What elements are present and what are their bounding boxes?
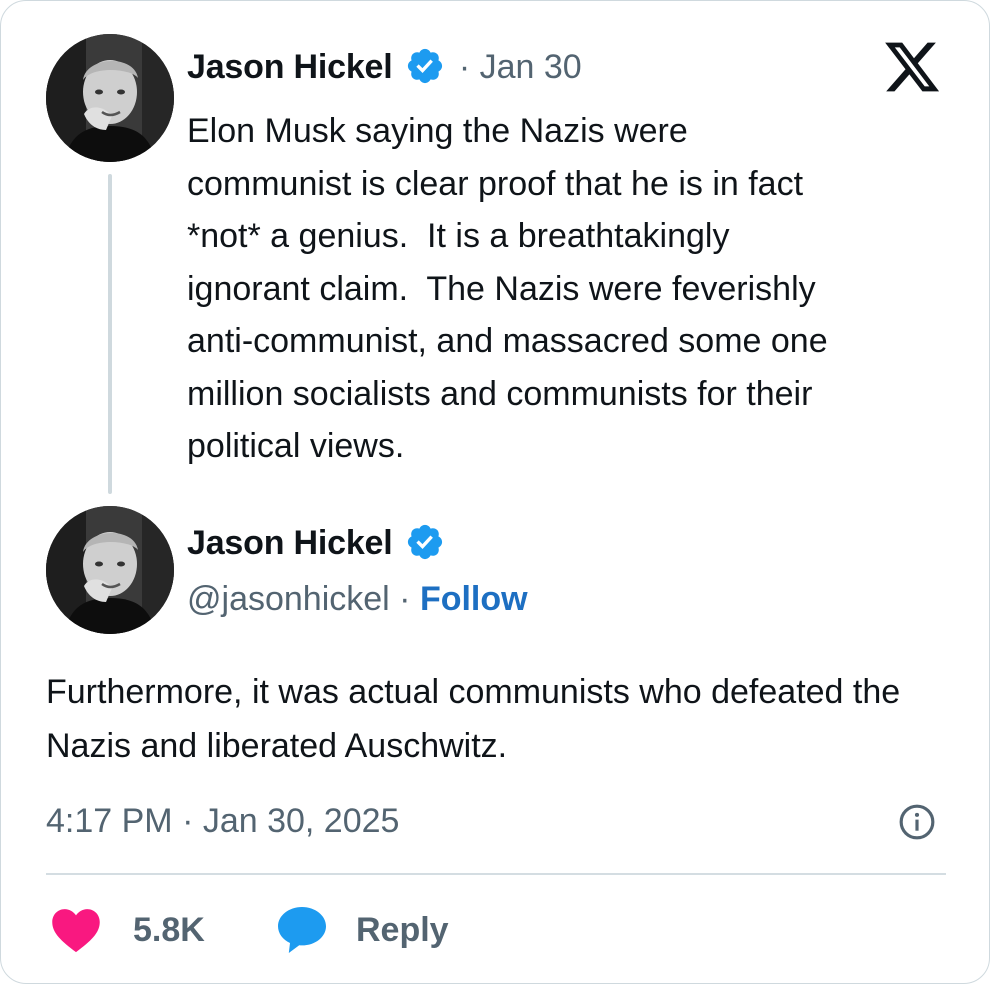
reply-date[interactable]: Jan 30 — [480, 48, 582, 86]
reply-label: Reply — [356, 910, 449, 949]
like-button[interactable]: 5.8K — [51, 905, 205, 955]
main-author-row: Jason Hickel — [187, 521, 445, 572]
main-author-name[interactable]: Jason Hickel — [187, 524, 393, 562]
reply-author-name[interactable]: Jason Hickel — [187, 48, 393, 86]
heart-icon — [52, 909, 100, 953]
actions-divider — [46, 873, 946, 875]
thread-connector-line — [108, 174, 112, 494]
tweet-embed-card: Jason Hickel · Jan 30 Elon Musk saying t… — [0, 0, 990, 984]
main-tweet-text: Furthermore, it was actual communists wh… — [46, 673, 901, 765]
reply-author-avatar[interactable] — [46, 34, 174, 162]
speech-bubble-icon — [278, 907, 326, 953]
handle-separator: · — [389, 580, 420, 618]
reply-header: Jason Hickel · Jan 30 — [187, 45, 582, 96]
x-logo-icon[interactable] — [881, 37, 943, 97]
reply-tweet-text: Elon Musk saying the Nazis were communis… — [187, 112, 828, 465]
main-author-avatar[interactable] — [46, 506, 174, 634]
tweet-timestamp[interactable]: 4:17 PM · Jan 30, 2025 — [46, 799, 399, 843]
main-author-handle[interactable]: @jasonhickel — [187, 580, 390, 618]
verified-badge-icon — [407, 48, 443, 84]
reply-date-separator: · — [449, 48, 480, 86]
follow-button[interactable]: Follow — [420, 580, 528, 618]
main-handle-row: @jasonhickel · Follow — [187, 577, 528, 621]
verified-badge-icon — [407, 524, 443, 560]
reply-button[interactable]: Reply — [276, 903, 449, 957]
like-count: 5.8K — [133, 910, 205, 949]
info-icon[interactable] — [898, 803, 936, 841]
